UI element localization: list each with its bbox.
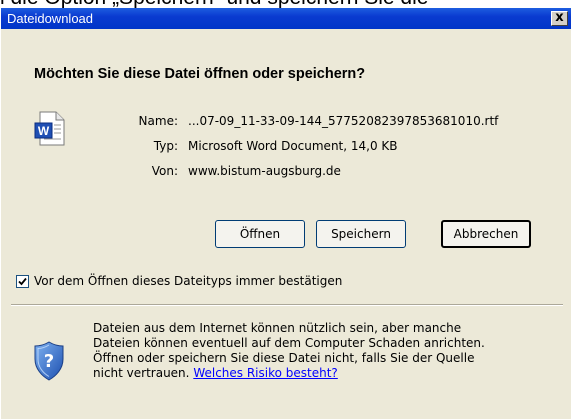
- file-name-value: ...07-09_11-33-09-144_577520823978536810…: [188, 114, 499, 128]
- warning-text-line-2: Dateien können eventuell auf dem Compute…: [93, 336, 485, 350]
- file-type-label: Typ:: [153, 139, 178, 153]
- file-source-label: Von:: [151, 164, 178, 178]
- divider: [11, 304, 563, 306]
- dialog-title: Dateidownload: [7, 11, 94, 26]
- file-name-label: Name:: [138, 114, 178, 128]
- file-source-value: www.bistum-augsburg.de: [188, 164, 341, 178]
- open-button[interactable]: Öffnen: [215, 220, 305, 248]
- title-bar[interactable]: Dateidownload x: [1, 8, 571, 29]
- download-question: Möchten Sie diese Datei öffnen oder spei…: [34, 66, 366, 82]
- confirm-checkbox[interactable]: [16, 275, 29, 288]
- file-type-value: Microsoft Word Document, 14,0 KB: [188, 139, 398, 153]
- close-button[interactable]: x: [551, 11, 568, 26]
- warning-text-prefix: nicht vertrauen.: [93, 366, 190, 380]
- screenshot: l die Option „Speichern“ und speichern S…: [0, 0, 571, 419]
- warning-text-line-1: Dateien aus dem Internet können nützlich…: [93, 321, 462, 335]
- svg-text:?: ?: [44, 351, 54, 372]
- risk-info-link[interactable]: Welches Risiko besteht?: [193, 366, 338, 380]
- file-download-dialog: Dateidownload x Möchten Sie diese Datei …: [0, 8, 571, 419]
- confirm-checkbox-label[interactable]: Vor dem Öffnen dieses Dateityps immer be…: [34, 274, 342, 288]
- close-icon: x: [555, 10, 564, 25]
- warning-text-line-3: Öffnen oder speichern Sie diese Datei ni…: [93, 351, 475, 365]
- security-shield-icon: ?: [34, 341, 64, 381]
- cancel-button[interactable]: Abbrechen: [441, 220, 531, 248]
- warning-text-line-4: nicht vertrauen. Welches Risiko besteht?: [93, 366, 338, 380]
- checkmark-icon: [18, 277, 27, 286]
- save-button[interactable]: Speichern: [316, 220, 406, 248]
